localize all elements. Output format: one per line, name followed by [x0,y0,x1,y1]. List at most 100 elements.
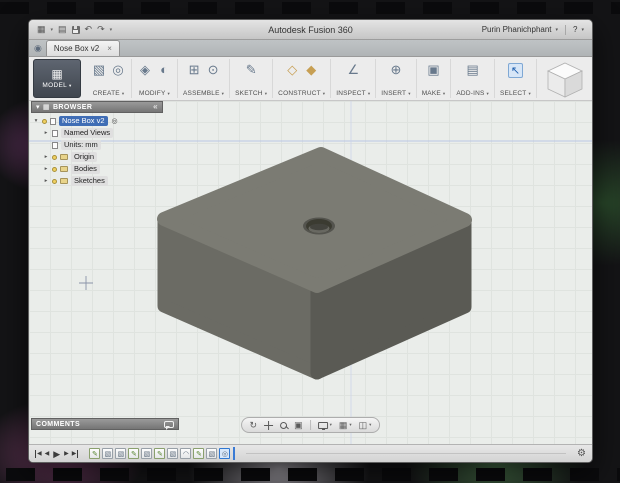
help-button[interactable]: ? [573,25,577,34]
save-icon[interactable] [71,25,80,34]
grid-settings-dropdown[interactable]: ▦ ▾ [339,420,352,430]
sketch-icon[interactable]: ✎ [243,62,259,78]
measure-icon[interactable]: ∠ [345,62,361,78]
browser-header[interactable]: ▾ ▦ BROWSER « [31,101,163,113]
visibility-bulb-icon[interactable] [52,178,57,184]
joint-icon[interactable]: ⊙ [205,62,221,78]
timeline-track[interactable] [246,453,567,454]
timeline-feature-fillet[interactable]: ◠ [180,448,192,459]
tree-label-units[interactable]: Units: mm [61,140,101,150]
step-back-button[interactable]: ◀ [45,450,50,458]
collapse-panel-icon[interactable]: « [153,103,158,111]
insert-icon[interactable]: ⊕ [388,62,404,78]
workspace-label: MODEL [42,82,68,89]
visibility-bulb-icon[interactable] [42,118,47,124]
model-viewport[interactable]: ▾ ▦ BROWSER « ▾ Nose Box v2 ◎ ▸ Named Vi… [29,101,592,444]
timeline-feature-sketch[interactable]: ✎ [154,448,166,459]
ribbon-toolbar: ▦ MODEL ▾ ▧ ◎ CREATE ▾ ◈ ◐ MODIFY ▾ ⊞ ⊙ ASSEMB… [29,57,592,101]
play-button[interactable]: ▶ [53,449,60,458]
addins-dropdown[interactable]: ADD-INS ▾ [456,90,489,97]
tab-nose-box-v2[interactable]: Nose Box v2 × [45,40,120,56]
make-icon[interactable]: ▣ [426,62,442,78]
ribbon-group-make: ▣ MAKE ▾ [417,59,452,98]
visibility-bulb-icon[interactable] [52,166,57,172]
cylinder-icon[interactable]: ◎ [110,62,126,78]
zoom-icon[interactable] [280,421,288,429]
fillet-icon[interactable]: ◐ [156,62,172,78]
timeline-feature-extrude[interactable]: ▧ [115,448,127,459]
addins-icon[interactable]: ▤ [465,62,481,78]
comment-bubble-icon [164,420,174,430]
chevron-down-icon[interactable]: ▾ [110,27,113,33]
new-component-icon[interactable]: ⊞ [186,62,202,78]
tree-item-root[interactable]: ▾ Nose Box v2 ◎ [33,115,163,127]
skip-to-end-button[interactable]: ▶ [72,449,79,458]
tree-label-named-views[interactable]: Named Views [61,128,114,138]
select-cursor-icon[interactable]: ↖ [507,62,523,78]
tree-item-bodies[interactable]: ▸ Bodies [33,163,163,175]
chevron-right-icon[interactable]: ▸ [43,130,49,136]
redo-icon[interactable]: ↷ [97,24,105,35]
user-name[interactable]: Purin Phanichphant [482,25,552,34]
construct-dropdown[interactable]: CONSTRUCT ▾ [278,90,325,97]
make-dropdown[interactable]: MAKE ▾ [422,90,446,97]
timeline-feature-extrude[interactable]: ▧ [167,448,179,459]
chevron-down-icon: ▾ [121,90,125,96]
view-cube[interactable] [544,59,586,101]
close-icon[interactable]: × [107,44,112,53]
gear-icon[interactable]: ⚙ [577,448,586,459]
comments-bar[interactable]: COMMENTS [31,418,179,430]
fit-view-icon[interactable]: ▣ [294,420,303,430]
timeline-feature-sketch[interactable]: ✎ [128,448,140,459]
create-dropdown[interactable]: CREATE ▾ [93,90,125,97]
orbit-icon[interactable]: ↻ [250,420,258,430]
chevron-down-icon[interactable]: ▾ [51,27,54,33]
timeline-feature-extrude[interactable]: ▧ [102,448,114,459]
undo-icon[interactable]: ↶ [85,24,93,35]
chevron-right-icon[interactable]: ▸ [43,166,49,172]
assemble-dropdown[interactable]: ASSEMBLE ▾ [183,90,224,97]
timeline-position-marker[interactable] [233,447,236,460]
display-settings-dropdown[interactable]: ▾ [317,421,332,430]
axis-icon[interactable]: ◆ [303,62,319,78]
box-icon[interactable]: ▧ [91,62,107,78]
skip-to-start-button[interactable]: ◀ [35,449,42,458]
data-panel-icon[interactable]: ▦ [37,24,46,35]
timeline-feature-sketch[interactable]: ✎ [89,448,101,459]
tree-item-units[interactable]: Units: mm [33,139,163,151]
insert-dropdown[interactable]: INSERT ▾ [381,90,410,97]
timeline-feature-extrude[interactable]: ▧ [206,448,218,459]
file-menu-icon[interactable]: ▤ [58,24,67,35]
tree-item-sketches[interactable]: ▸ Sketches [33,175,163,187]
chevron-down-icon[interactable]: ▾ [556,27,559,33]
chevron-down-icon[interactable]: ▾ [33,118,39,124]
origin-marker[interactable] [79,276,93,290]
timeline-feature-extrude[interactable]: ▧ [141,448,153,459]
visibility-bulb-icon[interactable] [52,154,57,160]
modify-dropdown[interactable]: MODIFY ▾ [139,90,170,97]
tree-item-origin[interactable]: ▸ Origin [33,151,163,163]
plane-icon[interactable]: ◇ [284,62,300,78]
select-dropdown[interactable]: SELECT ▾ [500,90,531,97]
step-forward-button[interactable]: ▶ [64,450,69,458]
tree-item-named-views[interactable]: ▸ Named Views [33,127,163,139]
chevron-down-icon[interactable]: ▾ [581,27,584,33]
tree-label-root[interactable]: Nose Box v2 [59,116,108,126]
activate-radio-icon[interactable]: ◎ [112,117,118,125]
tree-label-bodies[interactable]: Bodies [71,164,100,174]
chevron-right-icon[interactable]: ▸ [43,178,49,184]
document-tab-bar: ◉ Nose Box v2 × [29,40,592,57]
timeline-feature-sketch[interactable]: ✎ [193,448,205,459]
press-pull-icon[interactable]: ◈ [137,62,153,78]
pan-icon[interactable] [264,420,274,430]
viewports-dropdown[interactable]: ◫ ▾ [359,420,372,430]
chevron-right-icon[interactable]: ▸ [43,154,49,160]
tree-label-sketches[interactable]: Sketches [71,176,108,186]
sketch-dropdown[interactable]: SKETCH ▾ [235,90,267,97]
inspect-dropdown[interactable]: INSPECT ▾ [336,90,370,97]
model-body[interactable] [157,147,472,380]
folder-icon [60,154,68,160]
timeline-feature-hole[interactable]: ◎ [219,448,231,459]
tree-label-origin[interactable]: Origin [71,152,98,162]
workspace-switcher-button[interactable]: ▦ MODEL ▾ [33,59,81,98]
